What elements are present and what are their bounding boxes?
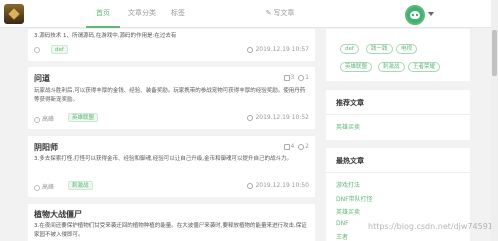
user-icon: [34, 184, 40, 191]
article-date: 2019.12.19 10:52: [247, 114, 309, 121]
article-desc: 3.多去探索打怪,打怪可以获得金币、经验和御魂,经验可以让自己升级,金币和御魂可…: [34, 156, 292, 162]
date-text: 2019.12.19 10:52: [255, 114, 309, 121]
article-date: 2019.12.19 10:57: [247, 46, 309, 53]
like-count: 3: [290, 74, 295, 81]
article-date: 2019.12.19 10:50: [247, 182, 309, 189]
chevron-down-icon[interactable]: [428, 12, 434, 16]
article-meta: 高峰 刺激战 2019.12.19 10:50: [34, 181, 309, 191]
article-desc: 3.在夜间还要保护植物们甘受来袭迂回的植物种植的能量。在大波僵尸来袭时,要释放植…: [34, 223, 307, 238]
scrollbar-thumb[interactable]: [492, 30, 497, 76]
like-icon: [283, 74, 290, 81]
article-author[interactable]: 高峰: [34, 182, 54, 191]
recommended-link[interactable]: 英雄买卖: [336, 122, 360, 131]
hottest-title: 最热文章: [336, 157, 364, 165]
article-desc: 3.源码技术 1、所谓源码,在游戏中,源码的作用是:在过去有: [34, 33, 177, 39]
divider: [326, 172, 470, 173]
author-name: 高峰: [42, 184, 55, 191]
nav-write-article[interactable]: ✎ 写文章: [258, 0, 302, 28]
article-card[interactable]: 植物大战僵尸 3.在夜间还要保护植物们甘受来袭迂回的植物种植的能量。在大波僵尸来…: [28, 204, 315, 241]
date-text: 2019.12.19 10:57: [255, 46, 309, 53]
clock-icon: [247, 114, 254, 121]
nav-tags[interactable]: 标签: [166, 0, 190, 28]
tag-item[interactable]: 英雄联盟: [340, 62, 373, 72]
tag-item[interactable]: def: [340, 44, 359, 54]
article-tag[interactable]: def: [51, 45, 68, 54]
hottest-link[interactable]: 王者: [336, 232, 348, 241]
article-counts: 3 1: [283, 74, 309, 81]
author-name: 高峰: [42, 116, 55, 123]
hottest-link[interactable]: DNF带队打怪: [336, 194, 373, 203]
page-scrollbar[interactable]: [491, 0, 498, 241]
article-card[interactable]: 3.源码技术 1、所谓源码,在游戏中,源码的作用是:在过去有 def 2019.…: [28, 29, 315, 61]
article-tag[interactable]: 刺激战: [68, 181, 93, 190]
article-desc: 玩家战斗胜利后,可以获得丰厚的金钱、经验、装备奖励。玩家携带的参战宠物可获得丰厚…: [34, 88, 306, 103]
date-text: 2019.12.19 10:50: [255, 182, 309, 189]
comment-icon: [298, 143, 305, 150]
article-card[interactable]: 阴阳师 4 2 3.多去探索打怪,打怪可以获得金币、经验和御魂,经验可以让自己升…: [28, 136, 315, 197]
tag-item[interactable]: 王者荣耀: [408, 62, 441, 72]
comment-count: 2: [305, 143, 309, 150]
article-author[interactable]: 高峰: [34, 114, 54, 123]
like-icon: [283, 143, 290, 150]
nav-home[interactable]: 首页: [86, 0, 120, 28]
hottest-link[interactable]: DNF: [336, 220, 349, 227]
tag-item[interactable]: 刺激战: [378, 62, 405, 72]
article-counts: 4 2: [283, 143, 309, 150]
site-logo[interactable]: [4, 4, 24, 24]
tag-item[interactable]: 电视: [396, 44, 418, 54]
user-icon: [34, 116, 40, 123]
tag-cloud-panel: def 践一践 电视 英雄联盟 刺激战 王者荣耀: [326, 29, 470, 81]
recommended-panel: 推荐文章 英雄买卖: [326, 90, 470, 140]
article-title[interactable]: 问道: [34, 73, 50, 84]
article-meta: 高峰 英雄联盟 2019.12.19 10:52: [34, 113, 309, 123]
hottest-link[interactable]: 游戏打法: [336, 180, 360, 189]
comment-icon: [298, 74, 305, 81]
user-avatar[interactable]: [405, 5, 425, 25]
article-card[interactable]: 问道 3 1 玩家战斗胜利后,可以获得丰厚的金钱、经验、装备奖励。玩家携带的参战…: [28, 67, 315, 129]
divider: [326, 114, 470, 115]
clock-icon: [247, 182, 254, 189]
recommended-title: 推荐文章: [336, 99, 364, 107]
clock-icon: [247, 46, 254, 53]
tag-item[interactable]: 践一践: [366, 44, 393, 54]
nav-write-label: 写文章: [273, 9, 295, 17]
pen-icon: ✎: [265, 9, 272, 17]
top-navbar: 首页 文章分类 标签 ✎ 写文章: [0, 0, 498, 28]
article-title[interactable]: 植物大战僵尸: [34, 209, 82, 220]
user-icon: [34, 46, 42, 53]
nav-category[interactable]: 文章分类: [124, 0, 160, 28]
hottest-link[interactable]: 英雄买卖: [336, 207, 360, 216]
comment-count: 1: [305, 74, 309, 81]
like-count: 4: [290, 143, 295, 150]
article-tag[interactable]: 英雄联盟: [68, 113, 99, 122]
article-meta: def 2019.12.19 10:57: [34, 45, 309, 55]
article-title[interactable]: 阴阳师: [34, 142, 58, 153]
watermark: https://blog.csdn.net/djw745917: [368, 222, 498, 231]
